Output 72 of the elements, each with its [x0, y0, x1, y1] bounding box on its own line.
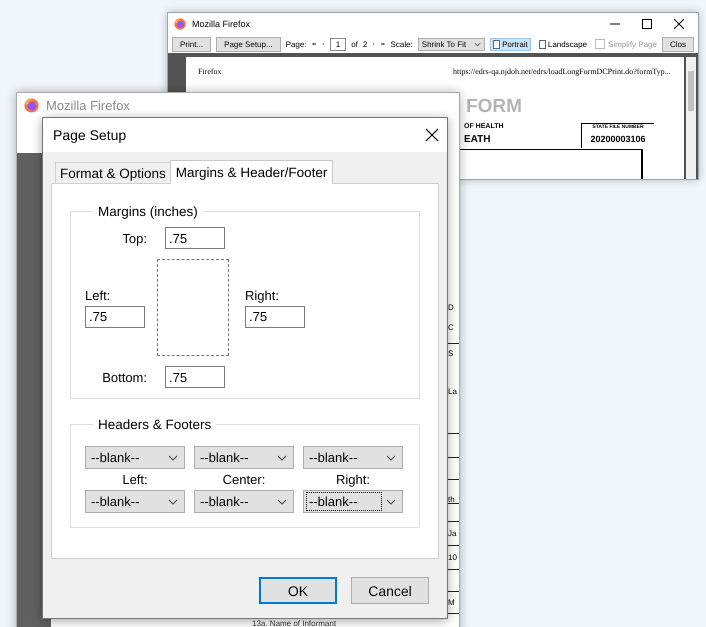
watermark-text: FORM: [466, 96, 522, 118]
toolbar-label: 2: [362, 40, 368, 48]
page-text-fragment: Ja: [448, 529, 456, 538]
browser-logo-icon: [174, 18, 186, 30]
form-title-text: EATH: [464, 134, 490, 145]
double-triangle-icon[interactable]: [381, 41, 386, 47]
dialog-title: Page Setup: [53, 127, 126, 143]
left-margin-field[interactable]: .75: [85, 306, 145, 328]
maximize-icon[interactable]: [642, 19, 652, 29]
browser-logo-icon: [24, 98, 39, 112]
form-field-label: 13a. Name of Informant: [252, 619, 336, 627]
column-label: Center:: [222, 472, 266, 487]
triangle-icon[interactable]: [320, 41, 325, 47]
field-label: Top:: [122, 230, 147, 246]
page-icon: [493, 40, 500, 48]
chevron-down-icon: [168, 498, 178, 504]
chevron-down-icon: [277, 454, 287, 460]
dropdown[interactable]: --blank--: [303, 446, 403, 469]
field-label: Bottom:: [102, 370, 147, 384]
dropdown[interactable]: --blank--: [85, 446, 185, 469]
column-label: Left:: [122, 472, 148, 487]
scrollbar[interactable]: [686, 57, 696, 179]
dropdown[interactable]: --blank--: [194, 446, 294, 469]
chevron-down-icon: [386, 454, 396, 460]
checkbox[interactable]: [595, 39, 606, 49]
group-title: Margins (inches): [97, 204, 199, 219]
bottom-margin-field[interactable]: .75: [165, 366, 225, 388]
dialog-button[interactable]: OK: [259, 577, 337, 604]
page-text-fragment: 10: [448, 553, 457, 562]
scale-dropdown[interactable]: Shrink To Fit: [418, 38, 486, 50]
page-text-fragment: S: [448, 349, 454, 358]
close-icon[interactable]: [674, 19, 684, 29]
page-text-fragment: D: [448, 303, 454, 312]
tab[interactable]: Margins & Header/Footer: [170, 160, 334, 184]
field-label: Right:: [245, 288, 280, 302]
checkbox-label: Simplify Page: [608, 40, 657, 48]
top-margin-field[interactable]: .75: [165, 227, 225, 249]
toolbar-label: Scale:: [390, 40, 413, 48]
dialog-button[interactable]: Cancel: [351, 577, 429, 604]
field-label: Left:: [85, 288, 112, 302]
toolbar-label: Page:: [286, 40, 307, 48]
column-label: Right:: [336, 472, 370, 487]
page-text-fragment: th: [448, 495, 455, 504]
orientation-toggle[interactable]: Portrait: [490, 38, 531, 50]
page-text-fragment: La: [448, 387, 457, 396]
right-margin-field[interactable]: .75: [245, 306, 305, 328]
page-text-fragment: C: [448, 323, 454, 332]
window-title: Mozilla Firefox: [46, 98, 130, 112]
dropdown[interactable]: --blank--: [303, 490, 403, 513]
page-number-field[interactable]: 1: [330, 38, 346, 50]
toolbar-button[interactable]: Print...: [172, 36, 212, 52]
group-title: Headers & Footers: [97, 417, 212, 432]
chevron-down-icon: [168, 454, 178, 460]
triangle-icon[interactable]: [372, 41, 376, 47]
toolbar-label: of: [351, 40, 358, 48]
window-title: Mozilla Firefox: [192, 19, 250, 29]
chevron-down-icon: [277, 498, 287, 504]
toolbar-button[interactable]: Clos: [662, 36, 694, 52]
page-header-text: Firefox: [198, 67, 222, 76]
state-file-number: 20200003106: [589, 134, 647, 144]
page-icon: [538, 40, 546, 48]
chevron-down-icon: [386, 498, 396, 504]
orientation-toggle[interactable]: Landscape: [536, 38, 590, 50]
page-url-text: https://edrs-qa.njdoh.net/edrs/loadLongFormDCPrint.do?formTyp...: [453, 67, 671, 76]
tab[interactable]: Format & Options: [55, 162, 171, 184]
toolbar-button[interactable]: Page Setup...: [216, 36, 281, 52]
dropdown[interactable]: --blank--: [194, 490, 294, 513]
double-triangle-icon[interactable]: [312, 41, 316, 47]
chevron-down-icon: [474, 42, 482, 46]
page-text-fragment: M: [448, 598, 455, 607]
close-icon[interactable]: [425, 128, 439, 142]
dropdown[interactable]: --blank--: [85, 490, 185, 513]
